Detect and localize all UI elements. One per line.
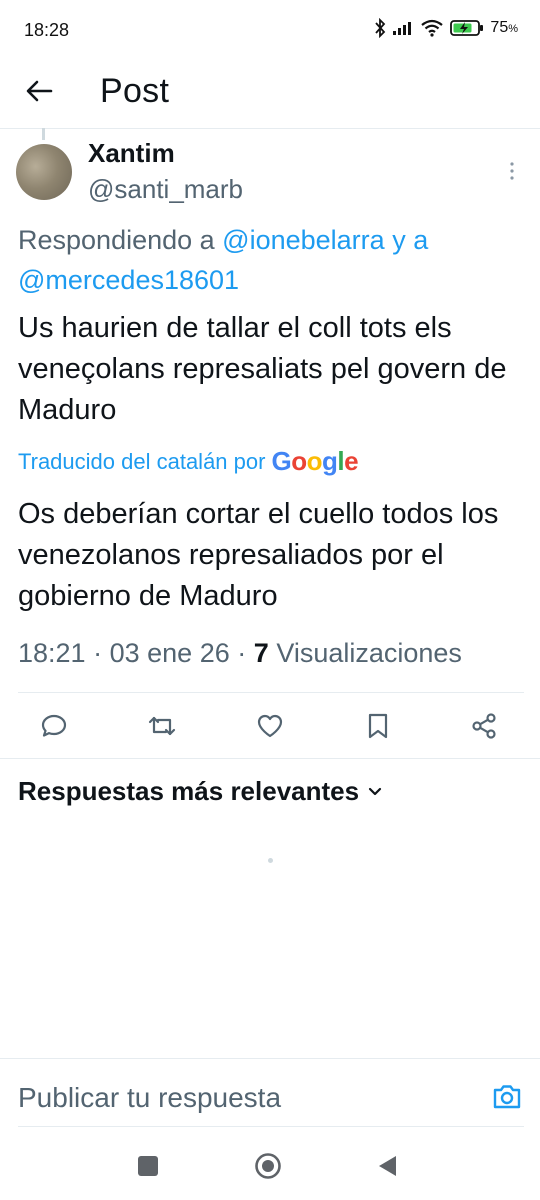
views-count[interactable]: 7	[254, 638, 269, 668]
back-button[interactable]	[22, 74, 56, 108]
back-nav-button[interactable]	[376, 1154, 398, 1178]
like-icon	[257, 714, 283, 738]
mention-link[interactable]: @ionebelarra	[222, 225, 385, 255]
translation-attribution[interactable]: Traducido del catalán por Google	[18, 446, 359, 477]
reply-button[interactable]	[36, 708, 72, 744]
reply-input[interactable]: Publicar tu respuesta	[18, 1082, 281, 1114]
home-button[interactable]	[254, 1152, 282, 1180]
post-text: Us haurien de tallar el coll tots els ve…	[18, 312, 507, 426]
recent-apps-button[interactable]	[138, 1156, 158, 1176]
avatar[interactable]	[16, 144, 72, 200]
replies-sort-dropdown[interactable]: Respuestas más relevantes	[18, 776, 383, 807]
translated-text: Os deberían cortar el cuello todos los v…	[18, 498, 499, 612]
translation-label: Traducido del catalán por	[18, 448, 266, 474]
reply-icon	[41, 714, 67, 737]
signal-icon	[393, 22, 412, 35]
battery-charging-icon	[450, 20, 484, 36]
top-bar: Post	[0, 60, 540, 129]
retweet-icon	[148, 716, 176, 736]
google-logo: Google	[271, 446, 359, 476]
status-time: 18:28	[24, 20, 70, 40]
camera-icon	[493, 1085, 521, 1109]
views-label[interactable]: Visualizaciones	[276, 638, 462, 668]
chevron-down-icon	[368, 787, 382, 795]
bluetooth-icon	[375, 18, 386, 38]
system-nav-bar	[0, 1140, 540, 1200]
divider	[0, 758, 540, 759]
post-meta: 18:21 · 03 ene 26 · 7 Visualizaciones	[18, 638, 462, 669]
author-handle[interactable]: @santi_marb	[88, 174, 243, 205]
loading-indicator	[268, 858, 273, 863]
home-icon	[255, 1153, 281, 1179]
meta-separator: ·	[93, 638, 103, 668]
bookmark-icon	[368, 713, 388, 739]
share-button[interactable]	[466, 708, 502, 744]
mention-link[interactable]: @mercedes18601	[18, 265, 239, 295]
replying-to-label: Respondiendo a	[18, 225, 223, 255]
divider	[18, 692, 524, 693]
like-button[interactable]	[252, 708, 288, 744]
bookmark-button[interactable]	[360, 708, 396, 744]
replies-sort-label: Respuestas más relevantes	[18, 776, 360, 806]
repost-button[interactable]	[144, 708, 180, 744]
status-icons: 75%	[374, 18, 518, 38]
thread-connector-line	[42, 128, 45, 140]
action-bar	[0, 704, 540, 750]
replying-to: Respondiendo a @ionebelarra y a @mercede…	[18, 220, 528, 300]
replying-to-joiner[interactable]: y a	[385, 225, 428, 255]
more-vertical-icon	[510, 162, 514, 180]
post-date: 03 ene 26	[109, 638, 230, 668]
divider	[0, 1058, 540, 1059]
arrow-left-icon	[26, 80, 53, 102]
camera-button[interactable]	[490, 1080, 526, 1116]
share-icon	[472, 713, 496, 739]
post-time: 18:21	[18, 638, 86, 668]
more-options-button[interactable]	[504, 160, 520, 182]
wifi-icon	[421, 19, 444, 37]
battery-percent: 75%	[490, 19, 518, 36]
triangle-back-icon	[379, 1156, 396, 1176]
status-bar: 18:28 75%	[0, 0, 540, 60]
page-title: Post	[100, 72, 170, 110]
author-name[interactable]: Xantim	[88, 138, 175, 169]
divider	[18, 1126, 524, 1127]
meta-separator: ·	[237, 638, 247, 668]
